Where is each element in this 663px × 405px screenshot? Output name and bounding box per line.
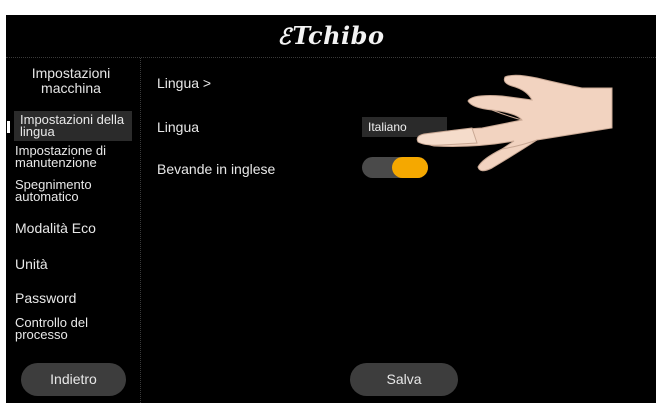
logo-mark-icon: ℰ — [277, 24, 292, 50]
sidebar-item-language-settings[interactable]: Impostazioni della lingua — [14, 111, 132, 141]
machine-screen: ℰTchibo Impostazioni macchina Impostazio… — [6, 15, 656, 403]
sidebar-item-password[interactable]: Password — [15, 290, 133, 306]
back-button[interactable]: Indietro — [21, 363, 126, 396]
main-panel: Lingua > Lingua Italiano Bevande in ingl… — [142, 58, 656, 403]
sidebar-item-process-control[interactable]: Controllo del processo — [15, 316, 133, 341]
active-item-marker — [7, 121, 10, 133]
tchibo-logo: ℰTchibo — [6, 21, 656, 50]
sidebar-title: Impostazioni macchina — [31, 65, 111, 96]
sidebar-item-maintenance[interactable]: Impostazione di manutenzione — [15, 144, 133, 169]
sidebar-item-eco-mode[interactable]: Modalità Eco — [15, 220, 133, 236]
header-bar: ℰTchibo — [6, 15, 656, 58]
settings-sidebar: Impostazioni macchina Impostazioni della… — [6, 58, 141, 403]
logo-text: Tchibo — [292, 21, 385, 50]
sidebar-item-units[interactable]: Unità — [15, 256, 133, 272]
save-button[interactable]: Salva — [350, 363, 458, 396]
sidebar-item-auto-off[interactable]: Spegnimento automatico — [15, 178, 133, 203]
pointing-hand-icon — [416, 74, 613, 172]
